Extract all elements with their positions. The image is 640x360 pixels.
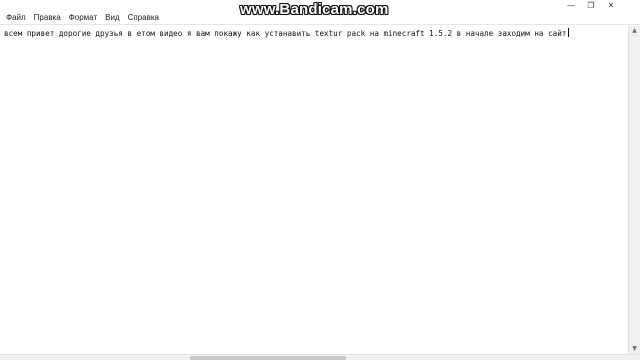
menu-file[interactable]: Файл (3, 12, 29, 24)
minimize-button[interactable]: — (564, 1, 578, 11)
menu-view[interactable]: Вид (102, 12, 122, 24)
scroll-up-arrow-icon[interactable]: ▲ (629, 26, 640, 36)
window-controls: — ❐ ✕ (564, 1, 618, 11)
text-editor-area[interactable]: всем привет дорогие друзья в етом видео … (0, 26, 628, 354)
menu-format[interactable]: Формат (66, 12, 100, 24)
horizontal-scroll-thumb[interactable] (190, 356, 346, 360)
close-button[interactable]: ✕ (604, 1, 618, 11)
notepad-window: — ❐ ✕ Файл Правка Формат Вид Справка все… (0, 0, 640, 360)
scroll-down-arrow-icon[interactable]: ▼ (629, 344, 640, 354)
text-caret (568, 28, 570, 37)
bandicam-watermark: www.Bandicam.com (240, 1, 389, 18)
menu-edit[interactable]: Правка (31, 12, 64, 24)
editor-content: всем привет дорогие друзья в етом видео … (4, 29, 567, 38)
menu-help[interactable]: Справка (125, 12, 162, 24)
editor-text-line: всем привет дорогие друзья в етом видео … (4, 28, 570, 39)
maximize-button[interactable]: ❐ (584, 1, 598, 11)
horizontal-scrollbar[interactable] (0, 354, 640, 360)
vertical-scrollbar[interactable]: ▲ ▼ (628, 26, 640, 354)
